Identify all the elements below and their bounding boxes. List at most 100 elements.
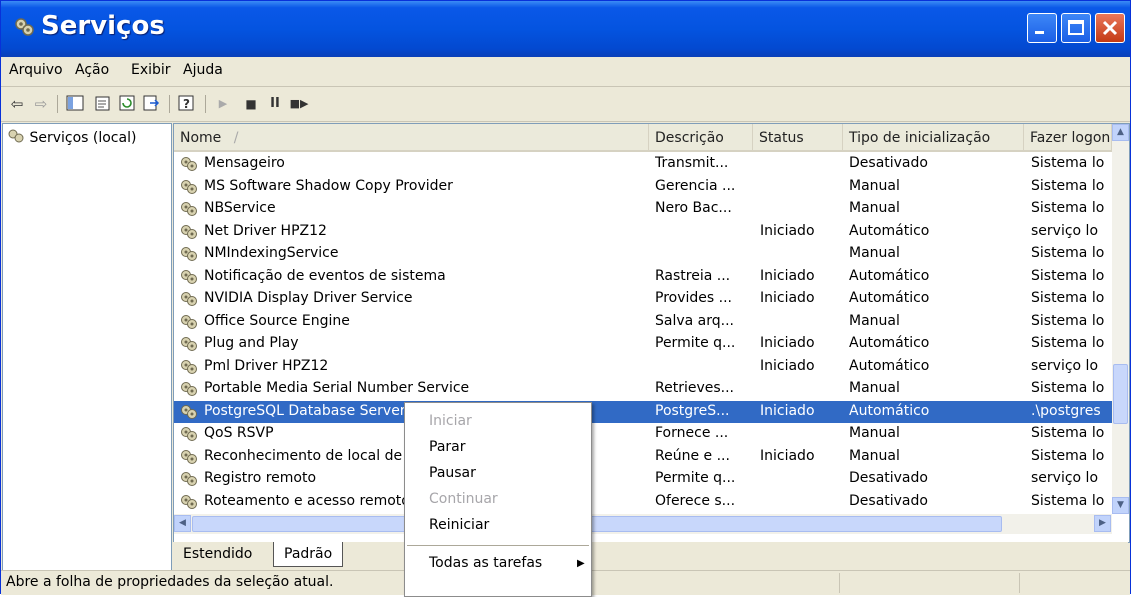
maximize-icon xyxy=(1068,20,1084,35)
view-tabs: Estendido Padrão xyxy=(173,542,1128,568)
service-status-cell: Iniciado xyxy=(760,447,815,464)
service-startup-cell: Automático xyxy=(849,357,930,374)
service-desc-cell: Permite q... xyxy=(655,470,736,486)
forward-arrow-icon[interactable]: ⇨ xyxy=(31,94,51,114)
service-row[interactable]: NMIndexingService Manual Sistema lo xyxy=(174,243,1114,265)
back-arrow-icon[interactable]: ⇦ xyxy=(7,94,27,114)
service-row[interactable]: Mensageiro Transmit... Desativado Sistema l… xyxy=(174,153,1114,175)
services-list: Nome / Descrição Status Tipo de iniciali… xyxy=(173,123,1130,543)
help-icon[interactable]: ? xyxy=(177,94,197,114)
service-gear-icon xyxy=(181,202,197,216)
service-row[interactable]: Registro remoto Permite q... Desativado ser… xyxy=(174,468,1114,490)
services-window: Serviços Arquivo Ação Exibir Ajuda ⇦ ⇨ ?… xyxy=(0,0,1131,597)
service-startup-cell: Manual xyxy=(849,425,900,441)
scroll-right-icon[interactable]: ▶ xyxy=(1094,515,1111,532)
column-header-descricao[interactable]: Descrição xyxy=(649,124,753,152)
menu-item-reiniciar[interactable]: Reiniciar xyxy=(429,517,489,533)
pause-service-icon[interactable]: II xyxy=(265,94,285,114)
menu-item-todas-as-tarefas[interactable]: Todas as tarefas ▶ xyxy=(429,555,585,571)
menu-separator xyxy=(407,545,589,546)
tree-node-services-local[interactable]: Serviços (local) xyxy=(7,128,136,146)
tab-padrao[interactable]: Padrão xyxy=(273,542,344,567)
tab-estendido[interactable]: Estendido xyxy=(173,542,262,566)
service-logon-cell: Sistema lo xyxy=(1031,290,1105,306)
menu-item-pausar[interactable]: Pausar xyxy=(429,465,476,481)
service-startup-cell: Automático xyxy=(849,267,930,284)
maximize-button[interactable] xyxy=(1061,13,1091,43)
service-logon-cell: Sistema lo xyxy=(1031,155,1105,171)
menu-item-parar[interactable]: Parar xyxy=(429,439,465,455)
service-logon-cell: serviço lo xyxy=(1031,222,1099,239)
service-name-cell: Office Source Engine xyxy=(204,312,350,329)
service-row[interactable]: Office Source Engine Salva arq... Manual Si… xyxy=(174,311,1114,333)
service-name-cell: MS Software Shadow Copy Provider xyxy=(204,177,453,194)
service-row[interactable]: NVIDIA Display Driver Service Provides ..… xyxy=(174,288,1114,310)
scroll-left-icon[interactable]: ◀ xyxy=(174,515,191,532)
column-header-fazer-logon[interactable]: Fazer logon como xyxy=(1024,124,1112,152)
service-name-cell: Portable Media Serial Number Service xyxy=(204,380,470,396)
service-gear-icon xyxy=(181,382,197,396)
sort-indicator-icon: / xyxy=(233,130,239,146)
service-row[interactable]: QoS RSVP Fornece ... Manual Sistema lo xyxy=(174,423,1114,445)
horizontal-scroll-thumb[interactable] xyxy=(192,516,1002,532)
service-startup-cell: Desativado xyxy=(849,155,928,171)
service-gear-icon xyxy=(181,157,197,171)
menu-exibir[interactable]: Exibir xyxy=(131,62,171,78)
toolbar: ⇦ ⇨ ? ▶ ■ II ■▶ xyxy=(1,87,1130,122)
menu-acao[interactable]: Ação xyxy=(75,62,109,78)
window-title: Serviços xyxy=(41,11,165,41)
service-logon-cell: serviço lo xyxy=(1031,470,1099,486)
scroll-down-icon[interactable]: ▼ xyxy=(1112,497,1129,514)
menu-arquivo[interactable]: Arquivo xyxy=(9,62,63,78)
service-row[interactable]: Pml Driver HPZ12 Iniciado Automático serviç… xyxy=(174,356,1114,378)
service-startup-cell: Automático xyxy=(849,290,930,306)
service-name-cell: NVIDIA Display Driver Service xyxy=(204,290,413,306)
vertical-scrollbar[interactable]: ▲ ▼ xyxy=(1112,124,1129,514)
service-row[interactable]: Net Driver HPZ12 Iniciado Automático serviç… xyxy=(174,221,1114,243)
service-row[interactable]: Plug and Play Permite q... Iniciado Automát… xyxy=(174,333,1114,355)
service-gear-icon xyxy=(181,404,197,419)
show-hide-tree-icon[interactable] xyxy=(65,94,85,114)
start-service-icon[interactable]: ▶ xyxy=(213,94,233,114)
service-gear-icon xyxy=(181,314,197,329)
minimize-button[interactable] xyxy=(1027,13,1057,43)
service-row[interactable]: Notificação de eventos de sistema Rastrei… xyxy=(174,266,1114,288)
menu-item-continuar[interactable]: Continuar xyxy=(429,491,498,507)
column-header-tipo-inicializacao[interactable]: Tipo de inicialização xyxy=(843,124,1024,152)
service-startup-cell: Automático xyxy=(849,222,930,239)
service-row[interactable]: Reconhecimento de local de rede Reúne e .… xyxy=(174,446,1114,468)
service-name-cell: Notificação de eventos de sistema xyxy=(204,267,446,284)
service-startup-cell: Desativado xyxy=(849,470,928,486)
service-row[interactable]: MS Software Shadow Copy Provider Gerencia… xyxy=(174,176,1114,198)
service-row[interactable]: Roteamento e acesso remoto Oferece s... De… xyxy=(174,491,1114,513)
restart-service-icon[interactable]: ■▶ xyxy=(289,94,309,114)
horizontal-scrollbar[interactable]: ◀ ▶ xyxy=(174,514,1112,534)
service-row[interactable]: NBService Nero Bac... Manual Sistema lo xyxy=(174,198,1114,220)
service-desc-cell: Oferece s... xyxy=(655,492,736,509)
service-row[interactable]: PostgreSQL Database Server 8.1 PostgreS..… xyxy=(174,400,1114,423)
service-startup-cell: Manual xyxy=(849,447,900,464)
scroll-up-icon[interactable]: ▲ xyxy=(1112,124,1129,141)
service-startup-cell: Manual xyxy=(849,245,900,261)
toolbar-separator xyxy=(169,95,170,113)
menu-ajuda[interactable]: Ajuda xyxy=(183,62,223,78)
menu-item-iniciar[interactable]: Iniciar xyxy=(429,413,472,429)
status-pane xyxy=(839,573,1020,593)
stop-service-icon[interactable]: ■ xyxy=(241,94,261,114)
service-desc-cell: Reúne e ... xyxy=(655,447,730,464)
properties-icon[interactable] xyxy=(93,94,113,114)
service-logon-cell: Sistema lo xyxy=(1031,380,1105,396)
column-header-nome[interactable]: Nome / xyxy=(174,124,649,152)
close-button[interactable] xyxy=(1095,13,1125,43)
service-desc-cell: PostgreS... xyxy=(655,402,730,419)
service-status-cell: Iniciado xyxy=(760,402,815,419)
service-desc-cell: Retrieves... xyxy=(655,380,735,396)
refresh-icon[interactable] xyxy=(117,94,137,114)
export-list-icon[interactable] xyxy=(141,94,161,114)
service-gear-icon xyxy=(181,472,197,486)
column-header-status[interactable]: Status xyxy=(753,124,843,152)
title-bar[interactable]: Serviços xyxy=(1,1,1130,57)
svg-text:?: ? xyxy=(183,97,190,111)
service-row[interactable]: Portable Media Serial Number Service Retr… xyxy=(174,378,1114,400)
vertical-scroll-thumb[interactable] xyxy=(1113,364,1128,424)
